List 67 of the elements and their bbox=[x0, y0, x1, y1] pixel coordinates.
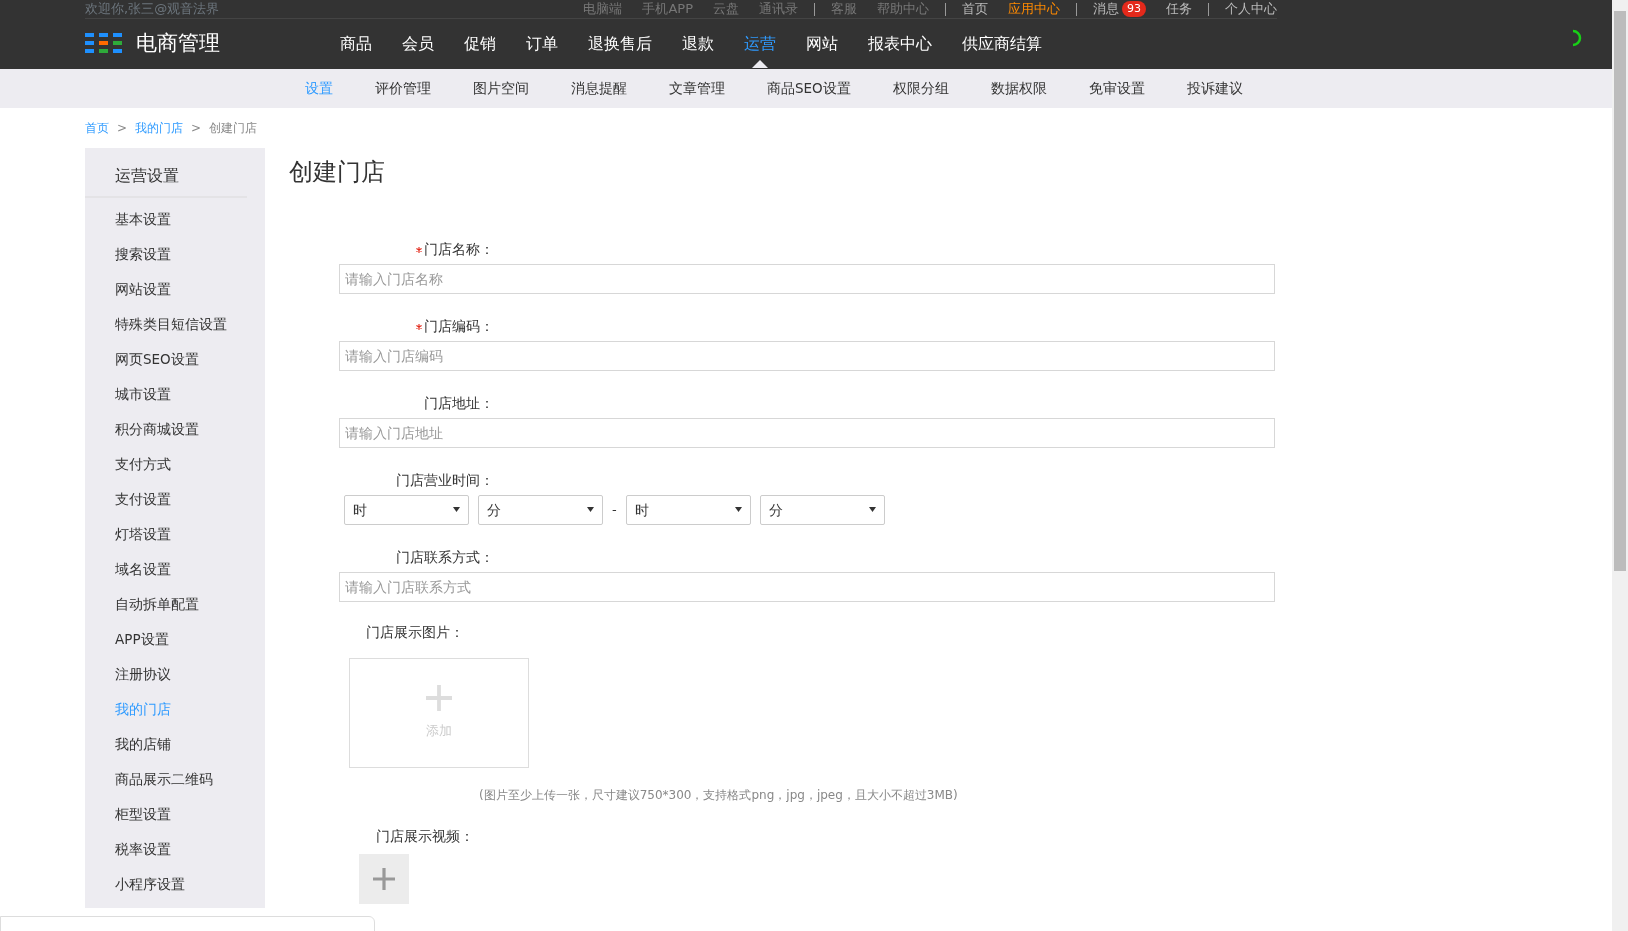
sidebar-item[interactable]: 商品展示二维码 bbox=[85, 762, 265, 797]
sidebar-item[interactable]: 税率设置 bbox=[85, 832, 265, 867]
sidebar-item[interactable]: 网站设置 bbox=[85, 272, 265, 307]
sidebar-item[interactable]: 基本设置 bbox=[85, 202, 265, 237]
sidebar-item[interactable]: 城市设置 bbox=[85, 377, 265, 412]
sidebar-item[interactable]: 域名设置 bbox=[85, 552, 265, 587]
sidebar-item[interactable]: 特殊类目短信设置 bbox=[85, 307, 265, 342]
sidebar-item[interactable]: 支付方式 bbox=[85, 447, 265, 482]
brand-title: 电商管理 bbox=[136, 29, 221, 57]
field-label-text: 门店地址： bbox=[424, 394, 494, 411]
field-label-text: 门店展示图片： bbox=[366, 623, 464, 640]
nav-tab[interactable]: 订单 bbox=[511, 19, 573, 68]
sidebar-item[interactable]: 注册协议 bbox=[85, 657, 265, 692]
sidebar-item[interactable]: 柜型设置 bbox=[85, 797, 265, 832]
subnav-tab[interactable]: 投诉建议 bbox=[1186, 78, 1243, 99]
breadcrumb-separator: > bbox=[117, 120, 128, 137]
top-link[interactable]: 应用中心 bbox=[1008, 0, 1060, 19]
nav-tab[interactable]: 报表中心 bbox=[853, 19, 947, 68]
sidebar-item[interactable]: 支付设置 bbox=[85, 482, 265, 517]
sidebar-title: 运营设置 bbox=[85, 148, 247, 198]
top-link[interactable]: 首页 bbox=[962, 0, 988, 19]
breadcrumb-current: 创建门店 bbox=[209, 120, 258, 137]
field-label-text: 门店编码： bbox=[424, 317, 494, 334]
subnav-tab[interactable]: 免审设置 bbox=[1088, 78, 1145, 99]
sidebar-item[interactable]: 灯塔设置 bbox=[85, 517, 265, 552]
subnav-tab[interactable]: 商品SEO设置 bbox=[767, 78, 851, 99]
breadcrumb-separator: > bbox=[191, 120, 202, 137]
subnav-tab[interactable]: 权限分组 bbox=[892, 78, 949, 99]
field-label-text: 门店营业时间： bbox=[396, 471, 494, 488]
text-input-field[interactable]: 请输入门店地址 bbox=[339, 417, 1275, 448]
nav-tab[interactable]: 促销 bbox=[449, 19, 511, 68]
text-input-field[interactable]: 请输入门店名称 bbox=[339, 263, 1275, 294]
field-label-text: 门店名称： bbox=[424, 240, 494, 257]
sidebar-item[interactable]: APP设置 bbox=[85, 622, 265, 657]
welcome-text: 欢迎你,张三@观音法界 bbox=[85, 0, 220, 19]
subnav-tab[interactable]: 消息提醒 bbox=[571, 78, 627, 99]
nav-tab[interactable]: 退款 bbox=[667, 19, 729, 68]
top-link[interactable]: 消息 bbox=[1093, 0, 1119, 19]
upload-hint-text: (图片至少上传一张，尺寸建议750*300，支持格式png，jpg，jpeg，且大小不超过3MB) bbox=[479, 786, 959, 804]
subnav-tab[interactable]: 文章管理 bbox=[669, 78, 725, 99]
time-select[interactable]: 分 bbox=[478, 494, 603, 525]
nav-tab[interactable]: 会员 bbox=[387, 19, 449, 68]
subnav-tab[interactable]: 图片空间 bbox=[473, 78, 529, 99]
sidebar-item[interactable]: 积分商城设置 bbox=[85, 412, 265, 447]
sidebar-item[interactable]: 搜索设置 bbox=[85, 237, 265, 272]
top-link[interactable]: 个人中心 bbox=[1225, 0, 1277, 19]
time-select[interactable]: 时 bbox=[625, 494, 751, 525]
time-select[interactable]: 时 bbox=[344, 494, 469, 525]
sidebar-item[interactable]: 自动拆单配置 bbox=[85, 587, 265, 622]
subnav-tab[interactable]: 评价管理 bbox=[375, 78, 431, 99]
field-label-text: 门店展示视频： bbox=[376, 827, 474, 844]
sidebar-item[interactable]: 我的店铺 bbox=[85, 727, 265, 762]
sidebar-item[interactable]: 小程序设置 bbox=[85, 867, 265, 902]
top-link[interactable]: 任务 bbox=[1166, 0, 1192, 19]
nav-tab[interactable]: 供应商结算 bbox=[947, 19, 1057, 68]
text-input-field[interactable]: 请输入门店编码 bbox=[339, 340, 1275, 371]
notification-badge: 93 bbox=[1122, 0, 1146, 18]
nav-tab[interactable]: 退换售后 bbox=[573, 19, 667, 68]
nav-tab[interactable]: 网站 bbox=[791, 19, 853, 68]
page-title: 创建门店 bbox=[289, 158, 386, 187]
field-label-text: 门店联系方式： bbox=[396, 548, 494, 565]
time-select[interactable]: 分 bbox=[759, 494, 885, 525]
text-input-field[interactable]: 请输入门店联系方式 bbox=[339, 571, 1275, 602]
subnav-tab[interactable]: 数据权限 bbox=[990, 78, 1047, 99]
time-separator: - bbox=[612, 501, 617, 520]
sidebar-item[interactable]: 网页SEO设置 bbox=[85, 342, 265, 377]
nav-tab[interactable]: 商品 bbox=[325, 19, 387, 68]
